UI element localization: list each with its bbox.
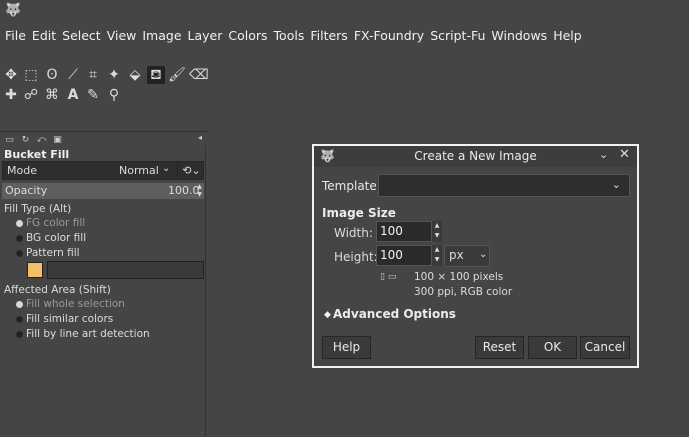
dialog-titlebar[interactable]: 🐺 Create a New Image ⌄ ✕ (314, 146, 637, 167)
resolution-info: 300 ppi, RGB color (414, 286, 513, 298)
device-status-tab-icon[interactable]: ↻ (19, 134, 32, 146)
rect-select-icon[interactable]: ⬚ (22, 66, 40, 84)
template-label: Template: (322, 179, 381, 193)
smudge-icon[interactable]: ☍ (22, 86, 40, 104)
new-image-dialog: 🐺 Create a New Image ⌄ ✕ Template: ⌄ Ima… (312, 144, 639, 368)
mode-combo[interactable]: Mode Normal ⌄ ⟲⌄ (2, 161, 204, 180)
eraser-icon[interactable]: ⌫ (189, 66, 209, 84)
fill-type-radio-bg[interactable] (16, 235, 23, 242)
fill-type-label: Fill Type (Alt) (4, 203, 72, 215)
images-tab-icon[interactable]: ▣ (51, 134, 64, 146)
help-button[interactable]: Help (322, 336, 371, 359)
chevron-down-icon: ⌄ (611, 178, 621, 191)
undo-history-tab-icon[interactable]: ⤺ (35, 134, 48, 146)
dock-menu-icon[interactable]: ◂ (198, 134, 206, 142)
advanced-options-expander[interactable]: Advanced Options (333, 307, 456, 321)
tool-options-panel: Bucket Fill Mode Normal ⌄ ⟲⌄ Opacity 100… (0, 146, 206, 437)
height-input[interactable]: 100 (376, 245, 432, 266)
mode-label: Mode (7, 164, 37, 177)
opacity-label: Opacity (5, 184, 48, 197)
pattern-name-field[interactable] (47, 261, 204, 279)
expander-icon[interactable]: ◆ (324, 310, 331, 320)
lasso-icon[interactable]: ʘ (43, 66, 61, 84)
pattern-swatch[interactable] (27, 262, 43, 278)
orientation-icons[interactable]: ▯ ▭ (380, 272, 396, 282)
template-combo[interactable]: ⌄ (378, 174, 630, 197)
title-strip: 🐺 (0, 0, 689, 24)
cancel-button[interactable]: Cancel (580, 336, 630, 359)
menu-fx-foundry[interactable]: FX-Foundry (351, 28, 427, 43)
opacity-slider[interactable]: Opacity 100.0 ▲ ▼ (2, 183, 204, 199)
height-label: Height: (334, 250, 378, 264)
move-icon[interactable]: ✥ (2, 66, 20, 84)
menu-script-fu[interactable]: Script-Fu (427, 28, 488, 43)
text-icon[interactable]: A (64, 86, 82, 104)
menu-image[interactable]: Image (139, 28, 184, 43)
opacity-spin-icon[interactable]: ▲ ▼ (195, 183, 204, 199)
affected-whole-label[interactable]: Fill whole selection (26, 298, 125, 310)
menu-layer[interactable]: Layer (185, 28, 226, 43)
menubar: File Edit Select View Image Layer Colors… (0, 24, 689, 46)
fill-type-bg-label[interactable]: BG color fill (26, 232, 86, 244)
image-size-heading: Image Size (322, 206, 396, 220)
menu-tools[interactable]: Tools (271, 28, 308, 43)
menu-colors[interactable]: Colors (225, 28, 270, 43)
affected-area-label: Affected Area (Shift) (4, 284, 111, 296)
paintbrush-icon[interactable]: 🖌 (168, 66, 186, 84)
width-input[interactable]: 100 (376, 221, 432, 242)
unit-combo[interactable]: px ⌄ (444, 245, 490, 267)
affected-similar-label[interactable]: Fill similar colors (26, 313, 113, 325)
gimp-logo-icon: 🐺 (5, 3, 22, 18)
dock-tabs: ▭ ↻ ⤺ ▣ (0, 132, 208, 147)
chevron-down-icon: ⌄ (162, 163, 171, 174)
affected-radio-similar[interactable] (16, 316, 23, 323)
affected-radio-lineart[interactable] (16, 331, 23, 338)
ok-button[interactable]: OK (528, 336, 577, 359)
minimize-chevron-icon[interactable]: ⌄ (599, 148, 608, 161)
fill-type-radio-fg[interactable] (16, 220, 23, 227)
menu-windows[interactable]: Windows (488, 28, 550, 43)
tool-options-tab-icon[interactable]: ▭ (3, 134, 16, 146)
menu-select[interactable]: Select (59, 28, 104, 43)
height-spin-icon[interactable]: ▲ ▼ (432, 245, 442, 266)
dimensions-info: 100 × 100 pixels (414, 271, 504, 283)
fuzzy-select-icon[interactable]: ⟋ (64, 66, 82, 84)
crop-icon[interactable]: ⌗ (84, 66, 102, 84)
menu-edit[interactable]: Edit (29, 28, 59, 43)
menu-view[interactable]: View (104, 28, 140, 43)
width-spin-icon[interactable]: ▲ ▼ (432, 221, 442, 242)
zoom-icon[interactable]: ⚲ (105, 86, 123, 104)
width-label: Width: (334, 226, 373, 240)
path-icon[interactable]: ⌘ (43, 86, 61, 104)
tool-options-title: Bucket Fill (4, 148, 70, 161)
affected-radio-whole[interactable] (16, 301, 23, 308)
unit-value: px (449, 248, 464, 262)
reset-button[interactable]: Reset (475, 336, 524, 359)
fill-type-pattern-label[interactable]: Pattern fill (26, 247, 80, 259)
transform-icon[interactable]: ⬙ (126, 66, 144, 84)
fill-type-radio-pattern[interactable] (16, 250, 23, 257)
heal-icon[interactable]: ✚ (2, 86, 20, 104)
warp-icon[interactable]: ✦ (105, 66, 123, 84)
close-icon[interactable]: ✕ (619, 147, 630, 162)
color-picker-icon[interactable]: ✎ (84, 86, 102, 104)
fill-type-fg-label[interactable]: FG color fill (26, 217, 85, 229)
mode-switch-button[interactable]: ⟲⌄ (177, 162, 205, 179)
affected-lineart-label[interactable]: Fill by line art detection (26, 328, 150, 340)
mode-value: Normal (119, 164, 159, 177)
chevron-down-icon: ⌄ (479, 249, 488, 260)
menu-file[interactable]: File (2, 28, 29, 43)
dialog-title: Create a New Image (414, 149, 537, 163)
menu-help[interactable]: Help (550, 28, 585, 43)
menu-filters[interactable]: Filters (307, 28, 350, 43)
bucket-fill-icon[interactable]: ⛾ (147, 66, 165, 84)
